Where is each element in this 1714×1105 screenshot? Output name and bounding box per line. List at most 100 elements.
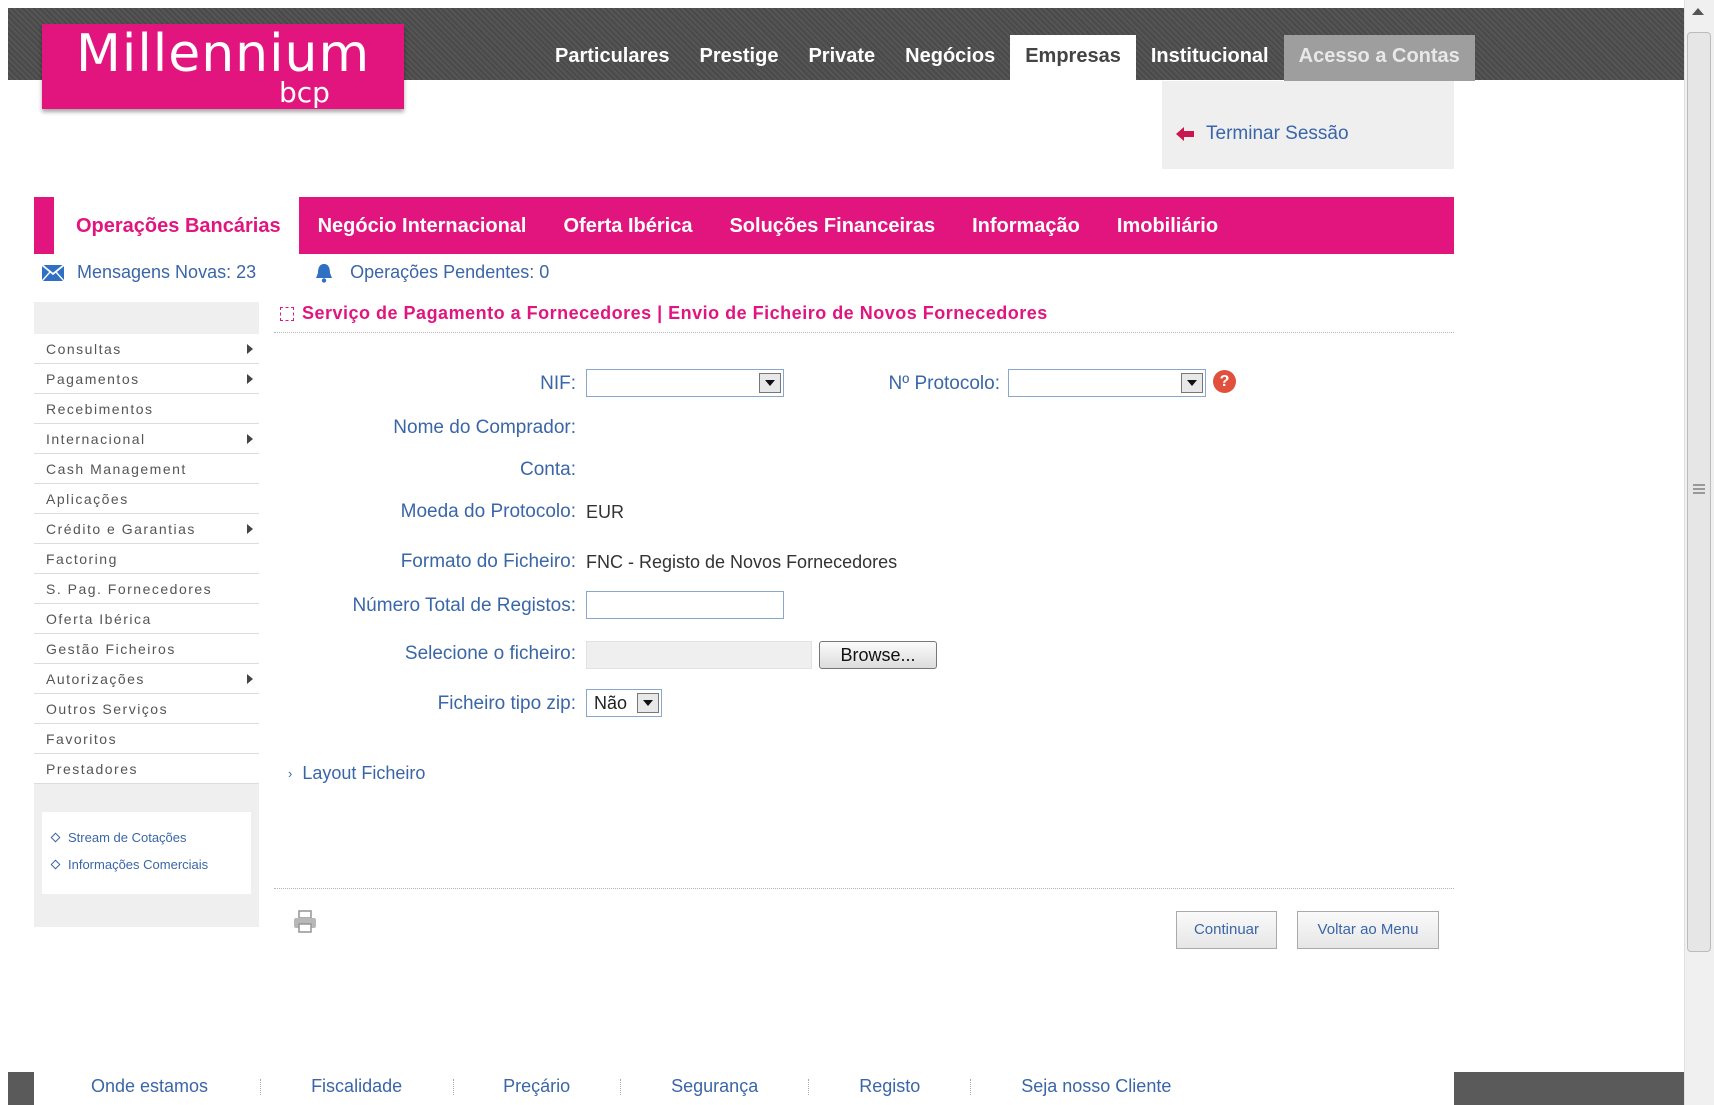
tab-imobiliario[interactable]: Imobiliário [1098, 197, 1236, 254]
printer-icon[interactable] [292, 910, 318, 934]
sidebar-item-recebimentos[interactable]: Recebimentos [34, 394, 259, 424]
sidebar-item-gestao-ficheiros[interactable]: Gestão Ficheiros [34, 634, 259, 664]
tab-operacoes-bancarias[interactable]: Operações Bancárias [54, 191, 299, 254]
chevron-down-icon[interactable] [759, 373, 781, 393]
logo[interactable]: Millennium bcp [42, 24, 404, 109]
topnav-institucional[interactable]: Institucional [1136, 35, 1284, 81]
logout-link[interactable]: Terminar Sessão [1176, 123, 1349, 145]
file-path-field[interactable] [586, 641, 812, 669]
footer-separator [970, 1079, 972, 1095]
sidebar-item-consultas[interactable]: Consultas [34, 334, 259, 364]
chevron-right-icon: › [288, 766, 293, 781]
title-divider [274, 332, 1454, 333]
page-title-text: Serviço de Pagamento a Fornecedores | En… [302, 303, 1048, 323]
status-row: Mensagens Novas: 23 Operações Pendentes:… [42, 262, 549, 283]
tab-solucoes-financeiras[interactable]: Soluções Financeiras [710, 197, 953, 254]
sidebar-menu: Consultas Pagamentos Recebimentos Intern… [34, 334, 259, 784]
moeda-value: EUR [586, 502, 625, 522]
bell-icon [316, 263, 333, 283]
tab-informacao[interactable]: Informação [953, 197, 1098, 254]
sidebar-item-favoritos[interactable]: Favoritos [34, 724, 259, 754]
topnav-private[interactable]: Private [793, 35, 890, 81]
link-label: Informações Comerciais [68, 857, 209, 872]
conta-label: Conta: [520, 459, 576, 480]
moeda-label: Moeda do Protocolo: [400, 501, 576, 522]
main-nav: Operações Bancárias Negócio Internaciona… [34, 191, 1454, 254]
sidebar-item-label: Consultas [46, 341, 122, 357]
footer-link-onde-estamos[interactable]: Onde estamos [91, 1076, 208, 1097]
sidebar-item-oferta-iberica[interactable]: Oferta Ibérica [34, 604, 259, 634]
tab-negocio-internacional[interactable]: Negócio Internacional [299, 197, 545, 254]
tab-oferta-iberica[interactable]: Oferta Ibérica [545, 197, 711, 254]
grip-icon [1693, 484, 1705, 494]
chevron-down-icon[interactable] [637, 693, 659, 713]
nif-select[interactable] [586, 369, 784, 397]
continue-button[interactable]: Continuar [1176, 911, 1277, 949]
caret-right-icon [247, 374, 253, 384]
footer-separator [453, 1079, 455, 1095]
messages-link[interactable]: Mensagens Novas: 23 [77, 262, 256, 283]
title-icon [280, 306, 294, 321]
sidebar-item-label: Aplicações [46, 491, 129, 507]
help-icon[interactable]: ? [1213, 370, 1236, 393]
footer-link-fiscalidade[interactable]: Fiscalidade [311, 1076, 402, 1097]
zip-select[interactable]: Não [586, 689, 662, 717]
page-title: Serviço de Pagamento a Fornecedores | En… [280, 303, 1048, 324]
sidebar-item-credito-garantias[interactable]: Crédito e Garantias [34, 514, 259, 544]
sidebar-item-outros-servicos[interactable]: Outros Serviços [34, 694, 259, 724]
sidebar-item-label: Pagamentos [46, 371, 140, 387]
topnav-negocios[interactable]: Negócios [890, 35, 1010, 81]
footer-separator [260, 1079, 262, 1095]
sidebar-item-internacional[interactable]: Internacional [34, 424, 259, 454]
sidebar-item-pagamentos[interactable]: Pagamentos [34, 364, 259, 394]
footer-link-registo[interactable]: Registo [859, 1076, 920, 1097]
topnav-acesso-contas[interactable]: Acesso a Contas [1283, 35, 1475, 81]
sidebar-item-label: S. Pag. Fornecedores [46, 581, 213, 597]
nif-label: NIF: [540, 373, 576, 394]
chevron-down-icon[interactable] [1181, 373, 1203, 393]
sidebar-item-cash-management[interactable]: Cash Management [34, 454, 259, 484]
sidebar: Consultas Pagamentos Recebimentos Intern… [34, 302, 259, 927]
stream-cotacoes-link[interactable]: Stream de Cotações [50, 824, 251, 851]
top-nav: Particulares Prestige Private Negócios E… [540, 35, 1475, 81]
footer-link-seja-cliente[interactable]: Seja nosso Cliente [1021, 1076, 1171, 1097]
sidebar-item-aplicacoes[interactable]: Aplicações [34, 484, 259, 514]
diamond-bullet-icon [50, 832, 61, 843]
footer-link-seguranca[interactable]: Segurança [671, 1076, 758, 1097]
topnav-prestige[interactable]: Prestige [685, 35, 794, 81]
caret-right-icon [247, 674, 253, 684]
formato-label: Formato do Ficheiro: [400, 551, 576, 572]
sidebar-item-prestadores[interactable]: Prestadores [34, 754, 259, 784]
scroll-up-icon[interactable] [1692, 8, 1704, 15]
footer-separator [620, 1079, 622, 1095]
zip-label: Ficheiro tipo zip: [437, 693, 576, 714]
sidebar-item-label: Outros Serviços [46, 701, 169, 717]
envelope-icon [42, 263, 64, 281]
layout-ficheiro-link[interactable]: › Layout Ficheiro [288, 763, 425, 784]
sidebar-item-label: Prestadores [46, 761, 138, 777]
comprador-label: Nome do Comprador: [393, 417, 576, 438]
topnav-empresas[interactable]: Empresas [1010, 35, 1136, 81]
ficheiro-label: Selecione o ficheiro: [404, 643, 576, 664]
page: Millennium bcp Particulares Prestige Pri… [0, 0, 1714, 1105]
sidebar-item-s-pag-fornecedores[interactable]: S. Pag. Fornecedores [34, 574, 259, 604]
caret-right-icon [247, 434, 253, 444]
topnav-particulares[interactable]: Particulares [540, 35, 685, 81]
browse-button[interactable]: Browse... [819, 641, 937, 669]
sidebar-item-label: Autorizações [46, 671, 145, 687]
back-to-menu-button[interactable]: Voltar ao Menu [1297, 911, 1439, 949]
registos-label: Número Total de Registos: [352, 595, 576, 616]
diamond-bullet-icon [50, 859, 61, 870]
formato-value: FNC - Registo de Novos Fornecedores [586, 552, 898, 572]
footer-link-precario[interactable]: Preçário [503, 1076, 570, 1097]
pending-operations-link[interactable]: Operações Pendentes: 0 [350, 262, 549, 283]
protocolo-select[interactable] [1008, 369, 1206, 397]
footer-separator [808, 1079, 810, 1095]
sidebar-item-label: Recebimentos [46, 401, 154, 417]
informacoes-comerciais-link[interactable]: Informações Comerciais [50, 851, 251, 878]
sidebar-item-factoring[interactable]: Factoring [34, 544, 259, 574]
logout-label: Terminar Sessão [1206, 123, 1349, 144]
protocolo-label: Nº Protocolo: [888, 373, 1001, 394]
sidebar-item-autorizacoes[interactable]: Autorizações [34, 664, 259, 694]
registos-input[interactable] [586, 591, 784, 619]
